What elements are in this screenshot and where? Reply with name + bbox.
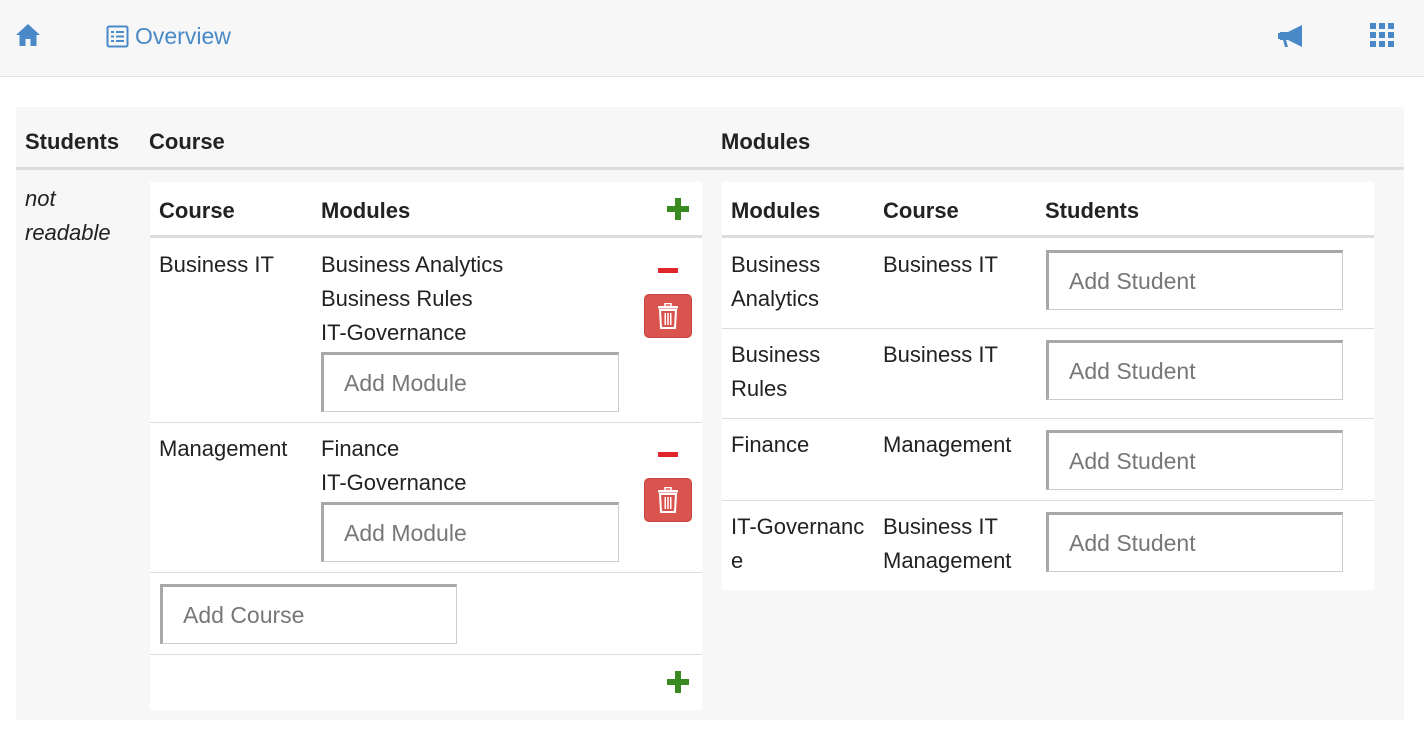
students-value: not readable <box>25 186 111 245</box>
modules-header-rule <box>722 235 1374 238</box>
course-module: Finance <box>321 436 400 461</box>
module-course: Business IT <box>883 342 998 367</box>
modules-col-course: Course <box>883 198 959 223</box>
module-name: Finance <box>731 432 810 457</box>
trash-icon <box>658 487 678 513</box>
header-divider <box>16 167 1404 170</box>
course-module: IT-Governance <box>321 470 467 495</box>
bullhorn-icon[interactable] <box>1276 22 1306 50</box>
module-course: Business IT <box>883 514 998 539</box>
add-student-input[interactable] <box>1046 430 1343 490</box>
row-divider <box>722 328 1374 329</box>
list-alt-icon <box>106 25 129 47</box>
module-name: Business Rules <box>731 342 821 401</box>
course-module: IT-Governance <box>321 320 467 345</box>
courses-table: Course Modules Business IT Business Anal… <box>150 182 702 710</box>
course-header: Course <box>149 129 225 154</box>
modules-table: Modules Course Students Business Analyti… <box>722 182 1374 590</box>
courses-col-course: Course <box>159 198 235 223</box>
row-divider <box>150 572 702 573</box>
modules-header: Modules <box>721 129 811 154</box>
overview-label: Overview <box>135 22 231 49</box>
modules-col-students: Students <box>1045 198 1140 223</box>
modules-col-modules: Modules <box>731 198 821 223</box>
module-course: Management <box>883 432 1012 457</box>
add-row-plus-icon[interactable] <box>665 669 691 695</box>
add-student-input[interactable] <box>1046 250 1343 310</box>
grid-icon[interactable] <box>1369 22 1395 48</box>
courses-col-modules: Modules <box>321 198 411 223</box>
main-content: Students Course Modules not readable Cou… <box>16 107 1404 720</box>
module-course: Management <box>883 548 1012 573</box>
module-course: Business IT <box>883 252 998 277</box>
module-name: IT-Governance <box>731 514 865 573</box>
row-divider <box>722 500 1374 501</box>
course-module: Business Rules <box>321 286 473 311</box>
students-header: Students <box>25 129 120 154</box>
row-divider <box>150 422 702 423</box>
add-course-input[interactable] <box>160 584 457 644</box>
course-name: Business IT <box>159 252 274 277</box>
trash-icon <box>658 303 678 329</box>
add-module-input[interactable] <box>321 352 619 412</box>
delete-course-button[interactable] <box>644 294 692 338</box>
courses-header-rule <box>150 235 702 238</box>
add-course-plus-icon[interactable] <box>665 196 691 222</box>
course-name: Management <box>159 436 288 461</box>
add-module-input[interactable] <box>321 502 619 562</box>
delete-course-button[interactable] <box>644 478 692 522</box>
overview-link[interactable]: Overview <box>106 20 231 52</box>
top-navbar: Overview <box>0 0 1424 77</box>
remove-module-button[interactable] <box>644 250 692 290</box>
add-student-input[interactable] <box>1046 512 1343 572</box>
row-divider <box>150 654 702 655</box>
row-divider <box>722 418 1374 419</box>
remove-module-button[interactable] <box>644 434 692 474</box>
home-icon[interactable] <box>14 21 42 49</box>
add-student-input[interactable] <box>1046 340 1343 400</box>
course-module: Business Analytics <box>321 252 504 277</box>
module-name: Business Analytics <box>731 252 821 311</box>
